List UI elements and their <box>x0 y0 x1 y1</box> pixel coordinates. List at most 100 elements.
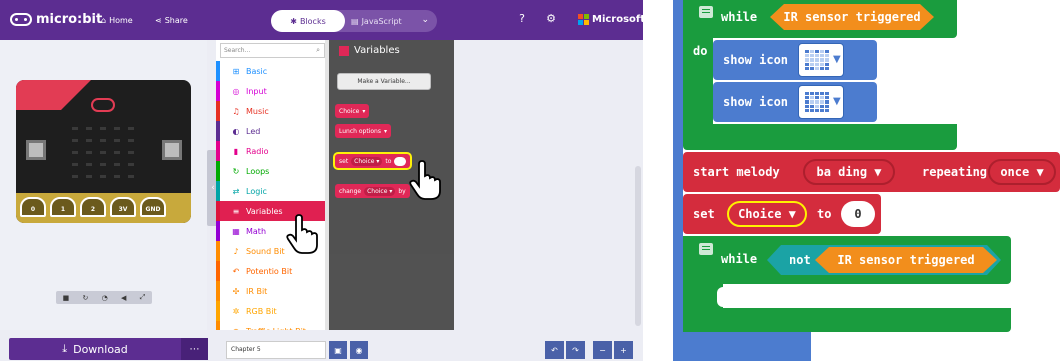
redo-button[interactable]: ↷ <box>566 341 585 359</box>
category-label: Sound Bit <box>246 246 285 256</box>
share-button[interactable]: ⋖ Share <box>155 16 188 25</box>
show-icon-block-1[interactable]: show icon <box>713 40 877 80</box>
microbit-logo[interactable]: micro:bit <box>10 12 102 27</box>
category-color-bar <box>216 61 220 81</box>
repeating-label: repeating <box>922 165 988 179</box>
repeat-mode-value: once <box>1000 165 1030 179</box>
dropdown-icon: ▾ <box>383 127 387 135</box>
show-icon-label: show icon <box>723 95 789 109</box>
download-button[interactable]: ⤓ Download <box>9 338 181 360</box>
tab-blocks[interactable]: ✱ Blocks <box>271 10 345 32</box>
category-color-bar <box>216 161 220 181</box>
pin-1[interactable]: 1 <box>50 197 76 217</box>
button-b[interactable] <box>162 140 182 160</box>
restart-icon[interactable]: ↻ <box>83 294 89 302</box>
category-potentio-bit[interactable]: ↶ Potentio Bit <box>216 261 329 281</box>
search-input[interactable]: Search... ⌕ <box>220 43 325 58</box>
project-name-input[interactable]: Chapter 5 <box>226 341 326 359</box>
set-value-field[interactable] <box>394 156 407 166</box>
not-keyword: not <box>789 253 811 267</box>
category-radio[interactable]: ▮ Radio <box>216 141 329 161</box>
home-icon: ⌂ <box>101 16 107 25</box>
category-label: Led <box>246 126 261 136</box>
mute-icon[interactable]: ◀ <box>121 294 126 302</box>
fullscreen-icon[interactable]: ⤢ <box>140 293 146 302</box>
set-variable-dropdown[interactable]: Choice ▾ <box>351 156 383 166</box>
github-button[interactable]: ◉ <box>350 341 368 359</box>
save-button[interactable]: ▣ <box>329 341 347 359</box>
flyout-title-label: Variables <box>354 45 400 56</box>
category-logic[interactable]: ⇄ Logic <box>216 181 329 201</box>
category-rgb-bit[interactable]: ✲ RGB Bit <box>216 301 329 321</box>
set-variable-block[interactable]: set Choice ▾ to <box>335 154 411 168</box>
zoom-in-button[interactable]: + <box>614 341 633 359</box>
category-basic[interactable]: ⊞ Basic <box>216 61 329 81</box>
chevron-down-icon: ▼ <box>833 54 841 65</box>
stop-icon[interactable]: ■ <box>63 294 70 302</box>
chevron-down-icon[interactable]: ⌄ <box>421 15 429 25</box>
ir-condition-block-2[interactable]: IR sensor triggered <box>815 247 997 273</box>
pin-0[interactable]: 0 <box>20 197 46 217</box>
help-icon[interactable]: ? <box>515 12 529 26</box>
variable-dropdown[interactable]: Choice ▼ <box>727 201 807 227</box>
while-body-rail: do <box>683 38 713 124</box>
category-ir-bit[interactable]: ✣ IR Bit <box>216 281 329 301</box>
category-color-bar <box>216 261 220 281</box>
show-icon-block-2[interactable]: show icon <box>713 82 877 122</box>
category-icon: ▮ <box>233 146 239 156</box>
show-icon-label: show icon <box>723 53 789 67</box>
melody-dropdown[interactable]: ba ding ▼ <box>803 159 895 185</box>
save-icon: ▣ <box>334 345 342 355</box>
download-label: Download <box>73 342 128 356</box>
change-variable-block[interactable]: change Choice ▾ by <box>335 184 410 198</box>
category-led[interactable]: ◐ Led <box>216 121 329 141</box>
zoom-in-icon: + <box>620 345 627 355</box>
zoom-out-button[interactable]: − <box>593 341 612 359</box>
microsoft-logo[interactable]: Microsoft <box>578 14 643 25</box>
share-icon: ⋖ <box>155 16 162 25</box>
brand-label: micro:bit <box>36 12 103 27</box>
outer-block-edge <box>673 0 683 361</box>
category-color-bar <box>216 201 220 221</box>
value-field[interactable]: 0 <box>841 201 875 227</box>
make-variable-button[interactable]: Make a Variable... <box>337 73 431 90</box>
category-color-bar <box>216 121 220 141</box>
category-loops[interactable]: ↻ Loops <box>216 161 329 181</box>
ir-condition-block[interactable]: IR sensor triggered <box>770 4 934 30</box>
empty-slot[interactable] <box>717 287 747 307</box>
pin-2[interactable]: 2 <box>80 197 106 217</box>
category-label: Loops <box>246 166 270 176</box>
tab-javascript[interactable]: ▤ JavaScript <box>351 10 402 32</box>
simulator-controls: ■ ↻ ◔ ◀ ⤢ <box>56 291 152 304</box>
choice-variable-block[interactable]: Choice ▾ <box>335 104 370 118</box>
edge-connector: 0 1 2 3V GND <box>16 193 191 223</box>
button-a[interactable] <box>26 140 46 160</box>
category-icon: ↶ <box>232 266 240 276</box>
home-button[interactable]: ⌂ Home <box>101 16 133 25</box>
slowmo-icon[interactable]: ◔ <box>102 294 108 302</box>
gear-icon[interactable]: ⚙ <box>544 12 558 26</box>
heart-icon-picker[interactable]: ▼ <box>798 43 844 77</box>
set-label: set <box>693 207 715 221</box>
repeat-mode-dropdown[interactable]: once ▼ <box>988 159 1056 185</box>
share-label: Share <box>164 16 188 25</box>
workspace-scrollbar[interactable] <box>635 166 641 326</box>
workspace-canvas[interactable] <box>454 40 643 330</box>
search-icon[interactable]: ⌕ <box>316 46 320 55</box>
category-icon: ✲ <box>232 306 240 316</box>
download-more-button[interactable]: ⋯ <box>181 338 208 360</box>
change-variable-dropdown[interactable]: Choice ▾ <box>364 186 396 196</box>
makecode-editor: micro:bit ⌂ Home ⋖ Share ✱ Blocks ▤ Java… <box>0 0 643 361</box>
variable-value: Choice <box>738 207 782 221</box>
category-color-bar <box>216 101 220 121</box>
category-icon: ♫ <box>232 106 240 116</box>
simulator-panel: 0 1 2 3V GND ■ ↻ ◔ ◀ ⤢ <box>0 40 207 330</box>
lunch-variable-block[interactable]: Lunch options ▾ <box>335 124 391 138</box>
hand-cursor-icon <box>286 214 318 254</box>
github-icon: ◉ <box>355 345 363 355</box>
small-heart-icon-picker[interactable]: ▼ <box>798 85 844 119</box>
category-music[interactable]: ♫ Music <box>216 101 329 121</box>
category-icon: ⇄ <box>232 186 240 196</box>
undo-button[interactable]: ↶ <box>545 341 564 359</box>
category-input[interactable]: ◎ Input <box>216 81 329 101</box>
